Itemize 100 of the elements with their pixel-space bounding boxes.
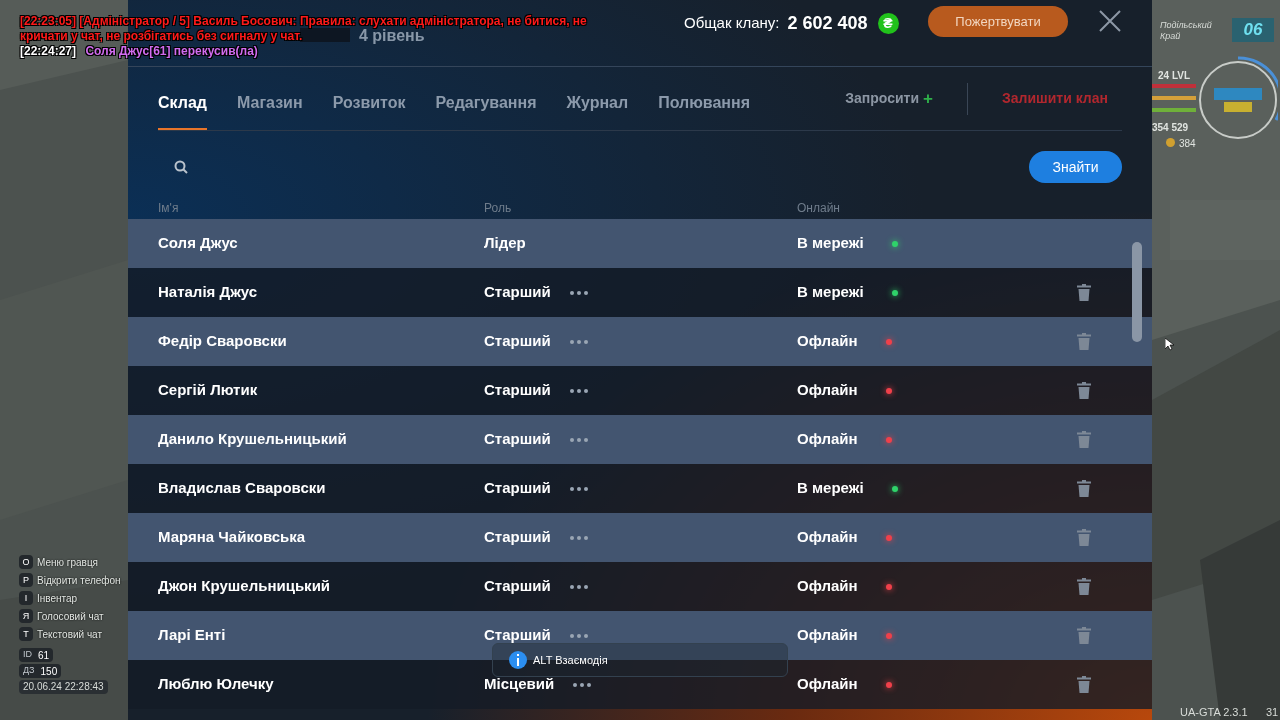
member-role: Старший [484,527,551,548]
armor-bar [1152,96,1196,100]
more-icon[interactable] [569,290,588,295]
member-name: Владислав Сваровски [158,478,327,499]
online-status: В мережі [797,282,864,303]
coin-count: 384 [1179,137,1196,151]
stat-value: 150 [40,664,58,679]
key-badge: P [19,573,33,587]
member-role: Старший [484,429,551,450]
key-hint-label: Голосовий чат [37,609,104,624]
player-level: 24 LVL [1158,69,1191,83]
cursor-icon [1165,338,1174,351]
member-role: Старший [484,331,551,352]
member-role: Місцевий [484,674,555,695]
search-icon [174,160,188,174]
level-bar [300,28,350,42]
more-icon[interactable] [569,535,588,540]
member-name: Сергій Лютик [158,380,259,401]
fps-counter: 31 [1266,705,1279,719]
table-row[interactable]: Джон Крушельницький Старший Офлайн [128,562,1152,611]
stat-label: ID [23,648,32,662]
more-icon[interactable] [573,682,592,687]
chat-line: [22:23:05] [Адміністратор / 5] Василь Босович: Правила: слухати адміністратора, не битися, не [20,14,587,29]
table-row[interactable]: Наталія Джус Старший В мережі [128,268,1152,317]
key-hint-label: Відкрити телефон [37,573,121,588]
stat-label: ДЗ [23,664,35,678]
column-header: Ім'я [158,200,180,217]
more-icon[interactable] [569,633,588,638]
more-icon[interactable] [569,339,588,344]
chat-line: кричати у чат, не розбігатись без сигналу у чат. [20,29,303,44]
online-status: Офлайн [797,674,858,695]
tab[interactable]: Полювання [658,67,751,130]
health-bar [1152,84,1196,88]
online-status: Офлайн [797,576,858,597]
table-row[interactable]: Сергій Лютик Старший Офлайн [128,366,1152,415]
online-status: Офлайн [797,527,858,548]
online-status: Офлайн [797,625,858,646]
table-row[interactable]: Маряна Чайковська Старший Офлайн [128,513,1152,562]
money-amount: 354 529 [1152,121,1189,135]
search-button[interactable]: Знайти [1029,151,1122,183]
key-hint-label: Інвентар [37,591,78,606]
invite-button[interactable]: Запросити + [845,85,933,112]
tab[interactable]: Склад [158,67,207,130]
key-badge: I [19,591,33,605]
table-row[interactable]: Федір Сваровски Старший Офлайн [128,317,1152,366]
table-row[interactable]: Владислав Сваровски Старший В мережі [128,464,1152,513]
member-role: Старший [484,380,551,401]
member-name: Маряна Чайковська [158,527,307,548]
more-icon[interactable] [569,584,588,589]
member-name: Наталія Джус [158,282,259,303]
treasury-label: Общак клану: [684,13,780,34]
member-name: Соля Джус [158,233,239,254]
region-name: Подільський Край [1160,20,1213,42]
coin-icon [1166,138,1175,147]
stat-value: 61 [38,648,50,663]
member-name: Джон Крушельницький [158,576,332,597]
column-header: Онлайн [797,200,841,217]
treasury-amount: 2 602 408 [787,12,868,35]
more-icon[interactable] [569,388,588,393]
member-name: Данило Крушельницький [158,429,348,450]
tab[interactable]: Журнал [566,67,629,130]
member-role: Старший [484,625,551,646]
member-name: Люблю Юлечку [158,674,275,695]
online-status: Офлайн [797,331,858,352]
member-role: Старший [484,576,551,597]
version-label: UA-GTA 2.3.1 [1180,705,1248,719]
trash-icon[interactable] [1077,480,1091,497]
member-name: Федір Сваровски [158,331,288,352]
trash-icon[interactable] [1077,676,1091,693]
more-icon[interactable] [569,486,588,491]
member-name: Ларі Енті [158,625,227,646]
chat-line: [22:24:27] Соля Джус[61] перекусив(ла) [20,44,258,59]
online-status: В мережі [797,478,864,499]
online-status: Офлайн [797,380,858,401]
hryvnia-coin: ₴ [877,13,899,34]
member-role: Старший [484,478,551,499]
date-time: 20.06.24 22:28:43 [19,680,108,694]
trash-icon[interactable] [1077,382,1091,399]
trash-icon[interactable] [1077,284,1091,301]
more-icon[interactable] [569,437,588,442]
key-hint-label: Меню гравця [37,555,99,570]
close-icon[interactable] [1098,9,1122,33]
key-badge: T [19,627,33,641]
trash-icon[interactable] [1077,578,1091,595]
member-role: Старший [484,282,551,303]
key-hint-label: Текстовий чат [37,627,103,642]
tab[interactable]: Магазин [237,67,303,130]
clan-level: 4 рівень [359,27,425,46]
hunger-bar [1152,108,1196,112]
online-status: В мережі [797,233,864,254]
table-row[interactable]: Соля Джус Лідер В мережі [128,219,1152,268]
table-row[interactable]: Данило Крушельницький Старший Офлайн [128,415,1152,464]
online-status: Офлайн [797,429,858,450]
key-badge: Я [19,609,33,623]
member-role: Лідер [484,233,526,254]
column-header: Роль [484,200,513,217]
tab[interactable]: Редагування [435,67,537,130]
key-badge: O [19,555,33,569]
tab[interactable]: Розвиток [332,67,406,130]
region-number: 06 [1232,18,1274,42]
